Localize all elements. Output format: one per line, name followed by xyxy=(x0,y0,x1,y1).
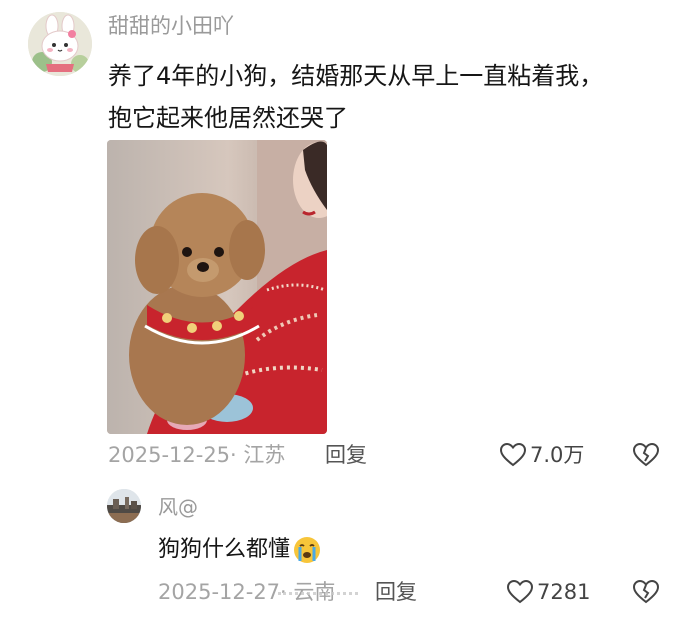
reply-avatar[interactable] xyxy=(107,489,141,523)
comment-text-line: 抱它起来他居然还哭了 xyxy=(108,104,348,132)
reply-username[interactable]: 风@ xyxy=(158,493,198,521)
broken-heart-icon xyxy=(633,580,659,604)
avatar[interactable] xyxy=(28,12,92,76)
watermark xyxy=(278,592,358,617)
reply-dislike-button[interactable] xyxy=(633,580,659,604)
dislike-button[interactable] xyxy=(633,443,659,467)
landscape-avatar-icon xyxy=(107,489,141,523)
dog-photo-image xyxy=(107,140,327,434)
broken-heart-icon xyxy=(633,443,659,467)
reply-like-button[interactable]: 7281 xyxy=(507,578,590,606)
heart-icon xyxy=(500,443,526,467)
like-button[interactable]: 7.0万 xyxy=(500,441,584,469)
heart-icon xyxy=(507,580,533,604)
comment-photo[interactable] xyxy=(107,140,327,434)
reply-reply-button[interactable]: 回复 xyxy=(375,578,417,606)
like-count: 7.0万 xyxy=(530,443,585,467)
reply-text-content: 狗狗什么都懂 xyxy=(158,537,291,562)
reply-text: 狗狗什么都懂 xyxy=(158,535,322,565)
crying-face-emoji-icon xyxy=(292,535,322,565)
comment-username[interactable]: 甜甜的小田吖 xyxy=(108,12,234,40)
comment-date-location: 2025-12-25· 江苏 xyxy=(108,443,286,467)
bunny-avatar-icon xyxy=(28,12,92,76)
comment-text: 养了4年的小狗，结婚那天从早上一直粘着我， 抱它起来他居然还哭了 xyxy=(108,55,668,139)
reply-button[interactable]: 回复 xyxy=(325,441,367,469)
comment-text-line: 养了4年的小狗，结婚那天从早上一直粘着我， xyxy=(108,62,604,90)
reply-like-count: 7281 xyxy=(537,580,591,604)
